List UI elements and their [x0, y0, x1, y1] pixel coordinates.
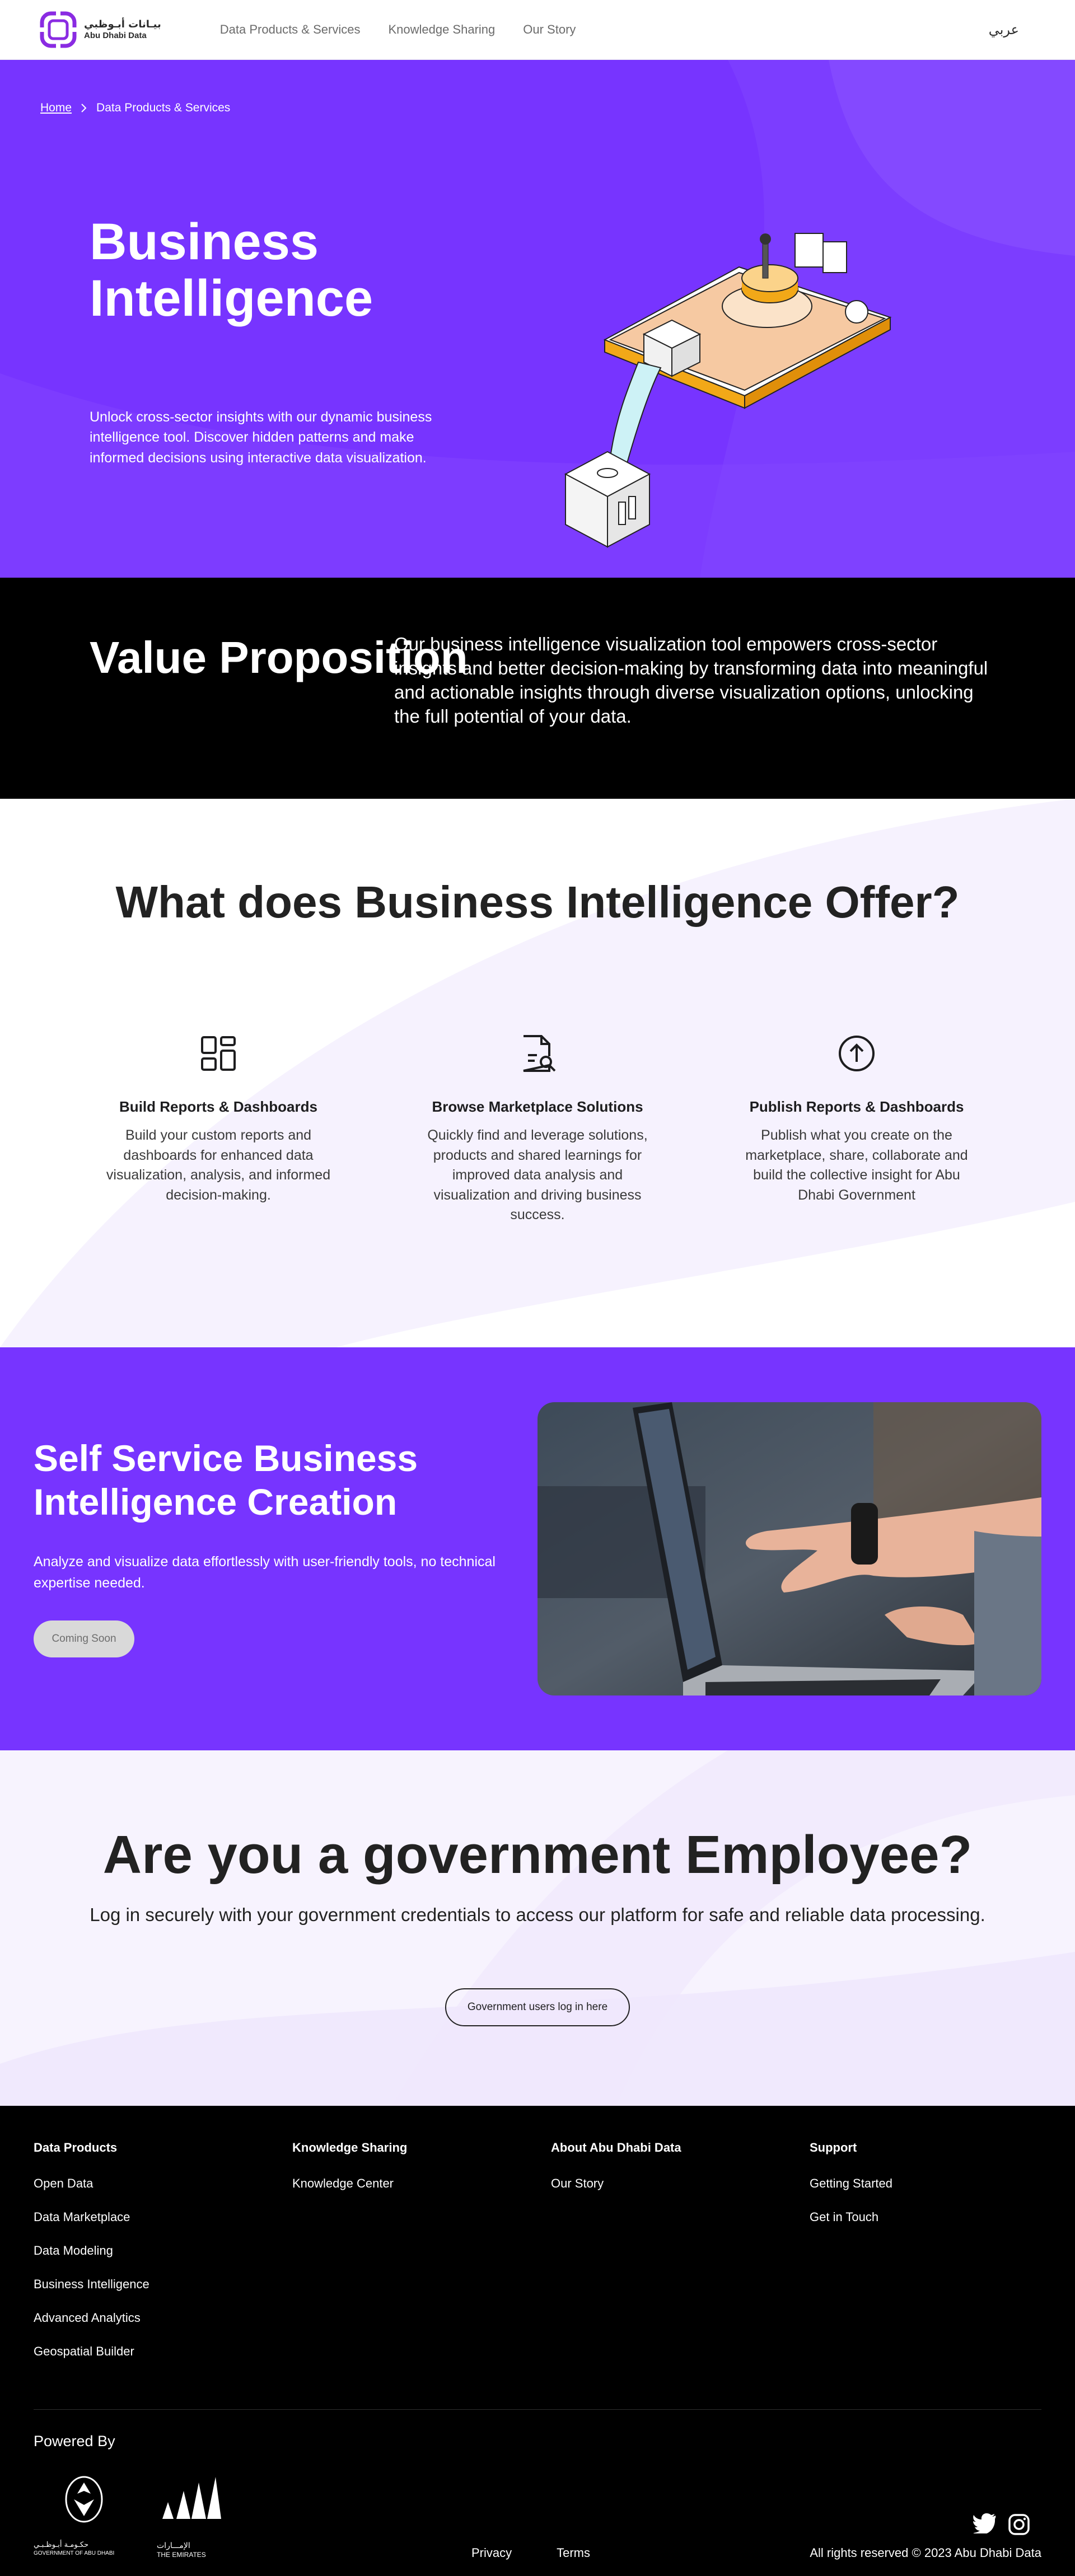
- footer-column-title: Support: [810, 2141, 857, 2155]
- instagram-icon[interactable]: [1008, 2513, 1030, 2536]
- nav-knowledge-sharing[interactable]: Knowledge Sharing: [388, 22, 495, 37]
- the-emirates-logo: الإمـــارات THE EMIRATES: [157, 2474, 224, 2559]
- footer-link[interactable]: Geospatial Builder: [34, 2344, 258, 2359]
- terms-link[interactable]: Terms: [557, 2546, 590, 2560]
- breadcrumb-current: Data Products & Services: [96, 101, 231, 114]
- government-background-curves: [0, 1750, 1075, 2106]
- the-emirates-english: THE EMIRATES: [157, 2551, 206, 2559]
- footer-column-about: About Abu Dhabi Data Our Story: [551, 2141, 775, 2210]
- government-title: Are you a government Employee?: [102, 1825, 973, 1885]
- hero-description: Unlock cross-sector insights with our dy…: [90, 409, 432, 466]
- offer-item-publish: Publish Reports & Dashboards Publish wha…: [736, 1034, 977, 1205]
- logo-english-text: Abu Dhabi Data: [84, 30, 147, 40]
- footer-column-title: Knowledge Sharing: [292, 2141, 408, 2155]
- copyright-text: All rights reserved © 2023 Abu Dhabi Dat…: [810, 2546, 1041, 2560]
- footer-column-title: Data Products: [34, 2141, 118, 2155]
- offer-item-title: Build Reports & Dashboards: [119, 1098, 317, 1115]
- footer-link[interactable]: Getting Started: [810, 2176, 1034, 2191]
- nav-our-story[interactable]: Our Story: [523, 22, 576, 37]
- offer-title: What does Business Intelligence Offer?: [115, 877, 960, 927]
- government-description: Log in securely with your government cre…: [90, 1904, 985, 1925]
- uae-strokes-icon: [162, 2477, 221, 2519]
- hero-isometric-illustration: [564, 233, 892, 548]
- self-service-title: Self Service Business Intelligence Creat…: [34, 1437, 418, 1523]
- footer-link[interactable]: Business Intelligence: [34, 2277, 258, 2292]
- footer-divider: [34, 2409, 1041, 2410]
- site-footer: Data Products Open Data Data Marketplace…: [0, 2106, 1075, 2576]
- government-login-button[interactable]: Government users log in here: [445, 1988, 630, 2026]
- coming-soon-button[interactable]: Coming Soon: [34, 1620, 134, 1657]
- offer-item-title: Publish Reports & Dashboards: [749, 1098, 964, 1115]
- footer-link[interactable]: Open Data: [34, 2176, 258, 2191]
- offer-item-browse: Browse Marketplace Solutions Quickly fin…: [417, 1034, 658, 1225]
- social-links: [973, 2513, 1030, 2536]
- main-nav: Data Products & Services Knowledge Shari…: [220, 22, 576, 37]
- language-switch[interactable]: عربي: [989, 22, 1019, 38]
- site-header: بيـانات أبـوظبي Abu Dhabi Data Data Prod…: [0, 0, 1075, 60]
- chevron-right-icon: [81, 104, 87, 113]
- footer-column-title: About Abu Dhabi Data: [551, 2141, 681, 2155]
- upload-circle-icon: [839, 1036, 875, 1071]
- footer-link[interactable]: Advanced Analytics: [34, 2311, 258, 2325]
- logo-arabic-text: بيـانات أبـوظبي: [84, 18, 161, 31]
- footer-legal-links: Privacy Terms: [471, 2546, 590, 2560]
- offer-item-text: Quickly find and leverage solutions, pro…: [427, 1127, 648, 1223]
- breadcrumb: Home Data Products & Services: [40, 101, 230, 115]
- twitter-icon[interactable]: [973, 2513, 997, 2533]
- footer-column-data-products: Data Products Open Data Data Marketplace…: [34, 2141, 258, 2378]
- privacy-link[interactable]: Privacy: [471, 2546, 512, 2560]
- value-proposition-section: Value Proposition Our business intellige…: [0, 578, 1075, 799]
- footer-column-support: Support Getting Started Get in Touch: [810, 2141, 1034, 2244]
- footer-link[interactable]: Data Modeling: [34, 2244, 258, 2258]
- nav-data-products[interactable]: Data Products & Services: [220, 22, 361, 37]
- value-proposition-text: Our business intelligence visualization …: [394, 634, 988, 727]
- offer-item-text: Publish what you create on the marketpla…: [745, 1127, 968, 1203]
- logo-mark-icon: [39, 11, 77, 49]
- offer-item-title: Browse Marketplace Solutions: [432, 1098, 643, 1115]
- abu-dhabi-government-arabic: حكـومـة أبـوظـبـي: [34, 2541, 89, 2549]
- page-title: Business Intelligence: [90, 213, 373, 327]
- self-service-description: Analyze and visualize data effortlessly …: [34, 1554, 496, 1591]
- dashboard-grid-icon: [201, 1036, 236, 1071]
- government-login-section: Are you a government Employee? Log in se…: [0, 1750, 1075, 2106]
- breadcrumb-home-link[interactable]: Home: [40, 101, 72, 115]
- laptop-photo-image: [538, 1402, 1041, 1696]
- footer-link[interactable]: Data Marketplace: [34, 2210, 258, 2224]
- footer-link[interactable]: Our Story: [551, 2176, 775, 2191]
- offer-item-text: Build your custom reports and dashboards…: [106, 1127, 331, 1203]
- footer-link[interactable]: Get in Touch: [810, 2210, 1034, 2224]
- the-emirates-arabic: الإمـــارات: [157, 2541, 190, 2550]
- powered-by-label: Powered By: [34, 2433, 115, 2449]
- self-service-section: Self Service Business Intelligence Creat…: [0, 1347, 1075, 1750]
- offer-section: What does Business Intelligence Offer? B…: [0, 799, 1075, 1347]
- offer-item-build: Build Reports & Dashboards Build your cu…: [98, 1034, 339, 1205]
- footer-link[interactable]: Knowledge Center: [292, 2176, 516, 2191]
- hero-section: Home Data Products & Services Business I…: [0, 60, 1075, 578]
- laptop-photo: [538, 1402, 1041, 1696]
- site-logo[interactable]: بيـانات أبـوظبي Abu Dhabi Data: [39, 11, 161, 49]
- footer-column-knowledge-sharing: Knowledge Sharing Knowledge Center: [292, 2141, 516, 2210]
- falcon-emblem-icon: [65, 2476, 103, 2523]
- abu-dhabi-government-english: GOVERNMENT OF ABU DHABI: [34, 2550, 115, 2556]
- document-search-icon: [523, 1035, 556, 1072]
- abu-dhabi-government-logo: حكـومـة أبـوظـبـي GOVERNMENT OF ABU DHAB…: [34, 2474, 146, 2558]
